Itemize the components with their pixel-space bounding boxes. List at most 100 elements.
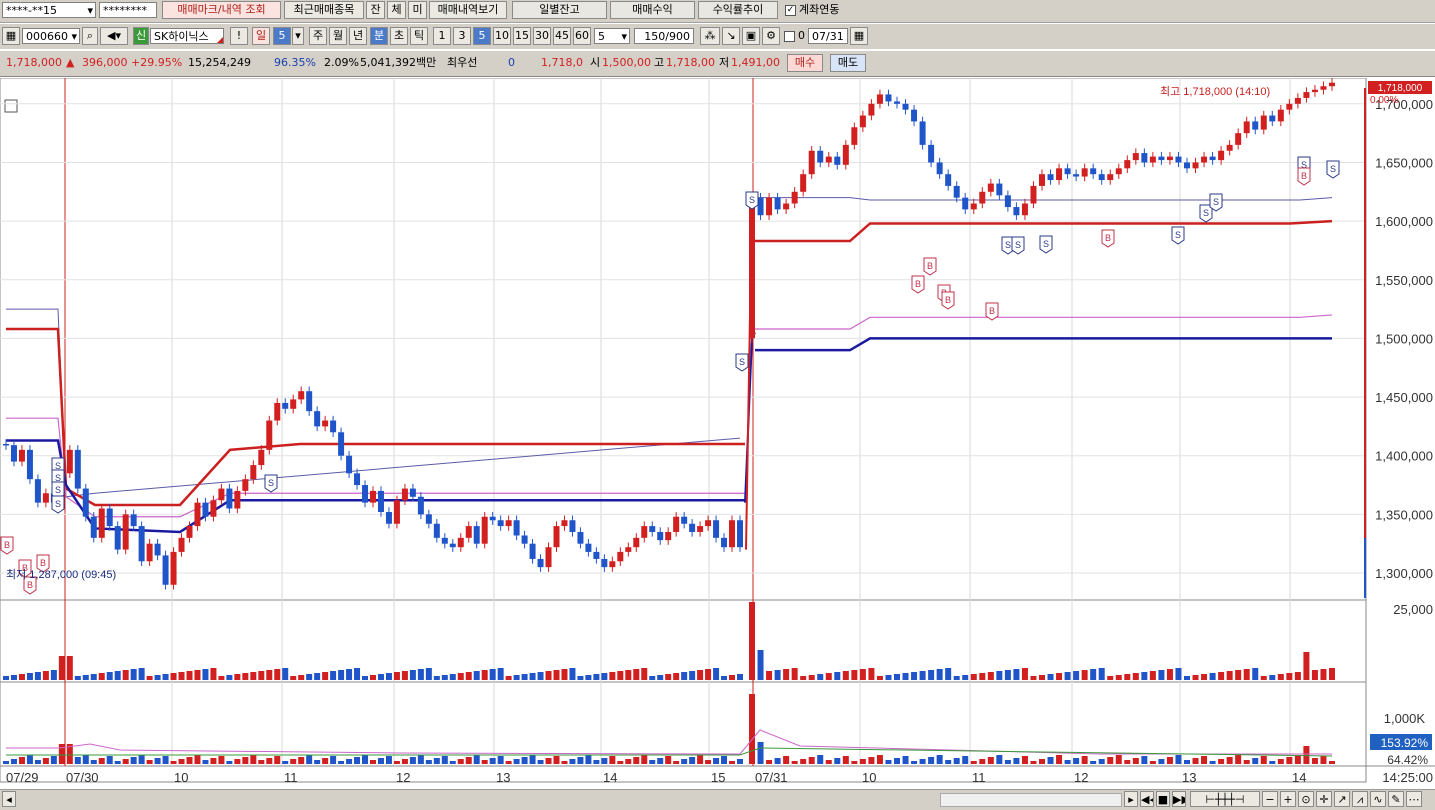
candle xyxy=(545,547,552,568)
volume-bar xyxy=(987,757,994,764)
volume-bar xyxy=(851,761,858,764)
volume-bar xyxy=(902,756,909,764)
link-account-checkbox[interactable]: ✓ xyxy=(785,5,796,16)
volume-bar xyxy=(545,758,552,764)
period-second-button[interactable]: 초 xyxy=(390,27,408,45)
interval-count-select[interactable]: 5 ▾ xyxy=(594,28,630,44)
interval-45-button[interactable]: 45 xyxy=(553,27,571,45)
period-minute-button[interactable]: 분 xyxy=(370,27,388,45)
volume-bar xyxy=(689,671,696,680)
trade-profit-button[interactable]: 매매수익 xyxy=(610,1,695,19)
interval-60-button[interactable]: 60 xyxy=(573,27,591,45)
period-year-button[interactable]: 년 xyxy=(349,27,367,45)
zoom-slider[interactable]: ⊢┼┼┼⊣ xyxy=(1190,791,1260,807)
sell-button[interactable]: 매도 xyxy=(830,54,866,72)
stop-icon[interactable]: ■ xyxy=(1156,791,1170,807)
interval-15-button[interactable]: 15 xyxy=(513,27,531,45)
volume-bar xyxy=(42,758,49,764)
candle xyxy=(1184,162,1190,169)
tab-executed[interactable]: 체 xyxy=(387,1,406,19)
stock-name-field[interactable]: SK하이닉스 xyxy=(150,28,224,44)
account-select[interactable]: ****-**15 ▾ xyxy=(2,2,96,18)
line-tool-icon[interactable]: ↗ xyxy=(1334,791,1350,807)
tab-recent-stocks[interactable]: 최근매매종목 xyxy=(284,1,364,19)
stock-chart[interactable]: BBBBSSSSSSSBBBBBSSSBSSSSBS 1,700,0001,65… xyxy=(0,78,1435,789)
volume-bar xyxy=(749,602,755,680)
candle xyxy=(385,512,392,524)
period-month-button[interactable]: 월 xyxy=(329,27,347,45)
wave-icon[interactable]: ∿ xyxy=(1370,791,1386,807)
open-label: 시 xyxy=(590,56,601,69)
volume-bar xyxy=(665,756,672,764)
marker-label: S xyxy=(1203,208,1209,218)
chart-scrollbar[interactable]: ◂ ▸ ◀◀ ■ ▶▶ ⊢┼┼┼⊣ − + ⊙ ✛ ↗ ⩘ ∿ ✎ ⋯ xyxy=(0,789,1435,810)
more-tools-icon[interactable]: ⋯ xyxy=(1406,791,1422,807)
calendar-icon[interactable]: ▦ xyxy=(850,27,868,45)
rewind-icon[interactable]: ◀◀ xyxy=(1140,791,1154,807)
volume-bar xyxy=(783,756,790,764)
scroll-right-icon[interactable]: ▸ xyxy=(1124,791,1138,807)
profit-rate-button[interactable]: 수익률추이 xyxy=(698,1,778,19)
daily-balance-button[interactable]: 일별잔고 xyxy=(512,1,607,19)
volume-bar xyxy=(385,756,392,764)
marker-label: B xyxy=(1301,171,1307,181)
zoom-out-icon[interactable]: − xyxy=(1262,791,1278,807)
period-day-button[interactable]: 일 xyxy=(252,27,270,45)
volume-bar xyxy=(3,676,9,680)
save-icon[interactable]: ▣ xyxy=(742,27,760,45)
crosshair-icon[interactable]: ✛ xyxy=(1316,791,1332,807)
period-day-count[interactable]: 5 xyxy=(273,27,291,45)
gear-icon[interactable]: ⚙ xyxy=(762,27,780,45)
draw-tool-icon[interactable]: ↘ xyxy=(722,27,740,45)
zoom-in-icon[interactable]: + xyxy=(1280,791,1296,807)
tab-unexecuted[interactable]: 미 xyxy=(408,1,427,19)
layout-icon[interactable]: ▦ xyxy=(2,27,20,45)
tab-balance[interactable]: 잔 xyxy=(366,1,385,19)
stock-code-input[interactable]: 000660 ▾ xyxy=(22,28,80,44)
period-tick-button[interactable]: 틱 xyxy=(410,27,428,45)
data-range-input[interactable]: 150/900 xyxy=(634,28,694,44)
reset-zoom-icon[interactable]: ⊙ xyxy=(1298,791,1314,807)
volume-bar xyxy=(1201,674,1208,680)
indicator-icon[interactable]: ⁂ xyxy=(700,27,720,45)
candle xyxy=(1132,153,1139,161)
interval-3-button[interactable]: 3 xyxy=(453,27,471,45)
candle xyxy=(170,551,177,585)
buy-button[interactable]: 매수 xyxy=(787,54,823,72)
interval-30-button[interactable]: 30 xyxy=(533,27,551,45)
interval-5-button[interactable]: 5 xyxy=(473,27,491,45)
speaker-icon[interactable]: ◀▾ xyxy=(100,27,128,45)
date-input[interactable]: 07/31 xyxy=(808,28,848,44)
volume-bar xyxy=(1329,668,1335,680)
fast-forward-icon[interactable]: ▶▶ xyxy=(1172,791,1186,807)
volume-bar xyxy=(649,676,656,680)
volume-bar xyxy=(1166,669,1173,680)
brush-icon[interactable]: ✎ xyxy=(1388,791,1404,807)
chevron-down-icon[interactable]: ▾ xyxy=(292,27,304,45)
scroll-left-icon[interactable]: ◂ xyxy=(2,791,16,807)
scroll-thumb[interactable] xyxy=(940,793,1122,807)
volume-bar xyxy=(1047,757,1054,764)
volume-bar xyxy=(1124,674,1131,680)
marker-label: B xyxy=(989,306,995,316)
volume-bar xyxy=(825,760,832,764)
search-icon[interactable]: ⌕ xyxy=(82,27,98,45)
tab-trade-history[interactable]: 매매내역보기 xyxy=(429,1,507,19)
volume-bar xyxy=(1039,759,1045,764)
tab-trade-mark[interactable]: 매매마크/내역 조회 xyxy=(162,1,281,19)
volume-bar xyxy=(537,672,544,680)
open-price: 1,500,00 xyxy=(602,56,651,69)
pattern-icon[interactable]: ⩘ xyxy=(1352,791,1368,807)
warning-button[interactable]: ! xyxy=(230,27,248,45)
candle xyxy=(625,547,632,552)
period-week-button[interactable]: 주 xyxy=(309,27,327,45)
password-input[interactable]: ******** xyxy=(99,2,157,18)
volume-bar xyxy=(338,670,345,680)
date-checkbox[interactable] xyxy=(784,31,795,42)
interval-1-button[interactable]: 1 xyxy=(433,27,451,45)
candle xyxy=(842,144,849,165)
candle xyxy=(1226,144,1233,151)
interval-10-button[interactable]: 10 xyxy=(493,27,511,45)
change-rate: +29.95% xyxy=(131,56,183,69)
volume-bar xyxy=(1243,760,1250,764)
